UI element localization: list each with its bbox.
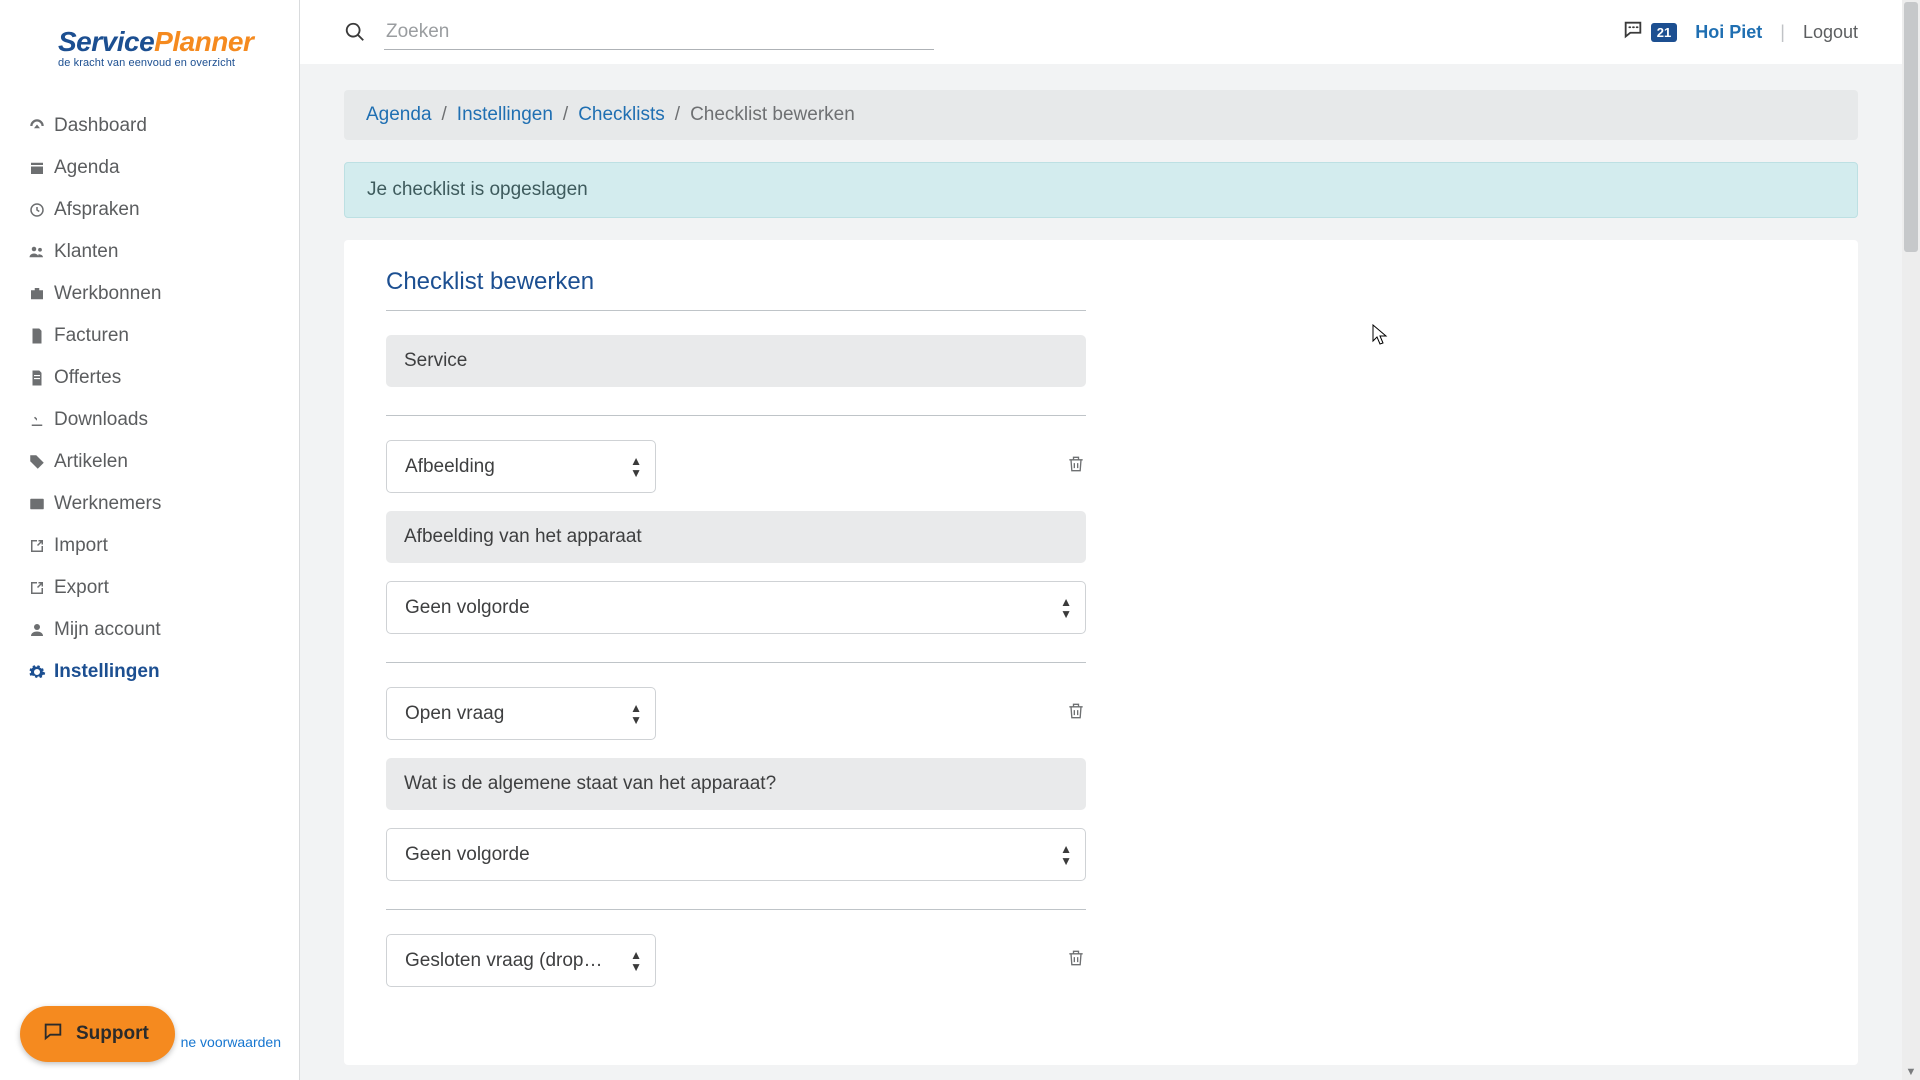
breadcrumb-checklists[interactable]: Checklists: [578, 104, 665, 126]
user-greeting[interactable]: Hoi Piet: [1695, 22, 1762, 43]
file-alt-icon: [20, 369, 54, 387]
sidebar-item-label: Afspraken: [54, 199, 140, 221]
sidebar-item-label: Mijn account: [54, 619, 161, 641]
search-input[interactable]: [384, 15, 934, 50]
delete-item-button[interactable]: [1066, 947, 1086, 974]
sidebar-item-artikelen[interactable]: Artikelen: [0, 441, 299, 483]
item-question-input[interactable]: [386, 511, 1086, 563]
message-icon: [1621, 19, 1645, 46]
search-wrap: [344, 15, 934, 50]
chat-bubble-icon: [42, 1020, 64, 1048]
sidebar-item-label: Instellingen: [54, 661, 160, 683]
sidebar-item-offertes[interactable]: Offertes: [0, 357, 299, 399]
divider: [386, 909, 1086, 910]
support-button[interactable]: Support: [20, 1006, 175, 1062]
gear-icon: [20, 663, 54, 681]
tag-icon: [20, 453, 54, 471]
topbar-right: 21 Hoi Piet | Logout: [1621, 19, 1858, 46]
topbar: 21 Hoi Piet | Logout: [300, 0, 1902, 68]
sidebar-item-label: Offertes: [54, 367, 121, 389]
scrollbar-thumb[interactable]: [1904, 2, 1918, 252]
item-type-select[interactable]: Afbeelding: [386, 440, 656, 493]
divider: [386, 310, 1086, 311]
breadcrumb-current: Checklist bewerken: [690, 104, 855, 126]
divider: [386, 415, 1086, 416]
sidebar-item-facturen[interactable]: Facturen: [0, 315, 299, 357]
checklist-name-input[interactable]: [386, 335, 1086, 387]
sidebar-item-label: Artikelen: [54, 451, 128, 473]
sidebar-item-label: Downloads: [54, 409, 148, 431]
calendar-icon: [20, 159, 54, 177]
sidebar: ServicePlanner de kracht van eenvoud en …: [0, 0, 300, 1080]
sidebar-item-label: Werknemers: [54, 493, 161, 515]
file-icon: [20, 327, 54, 345]
sidebar-nav: Dashboard Agenda Afspraken Klanten Werkb…: [0, 105, 299, 693]
sidebar-item-werknemers[interactable]: Werknemers: [0, 483, 299, 525]
sidebar-item-label: Import: [54, 535, 108, 557]
breadcrumb-sep: /: [563, 104, 568, 126]
sidebar-item-label: Facturen: [54, 325, 129, 347]
sidebar-item-label: Agenda: [54, 157, 120, 179]
briefcase-icon: [20, 285, 54, 303]
messages-button[interactable]: 21: [1621, 19, 1677, 46]
sidebar-item-klanten[interactable]: Klanten: [0, 231, 299, 273]
logo-word-1: Service: [58, 26, 154, 57]
main: 21 Hoi Piet | Logout Agenda / Instelling…: [300, 0, 1902, 1080]
export-icon: [20, 579, 54, 597]
sidebar-item-agenda[interactable]: Agenda: [0, 147, 299, 189]
app-logo: ServicePlanner de kracht van eenvoud en …: [58, 28, 299, 69]
divider: |: [1780, 22, 1785, 43]
item-order-select[interactable]: Geen volgorde: [386, 828, 1086, 881]
logout-link[interactable]: Logout: [1803, 22, 1858, 43]
sidebar-item-label: Werkbonnen: [54, 283, 161, 305]
sidebar-item-downloads[interactable]: Downloads: [0, 399, 299, 441]
item-question-input[interactable]: [386, 758, 1086, 810]
clock-icon: [20, 201, 54, 219]
users-icon: [20, 243, 54, 261]
sidebar-item-export[interactable]: Export: [0, 567, 299, 609]
breadcrumb: Agenda / Instellingen / Checklists / Che…: [344, 90, 1858, 140]
divider: [386, 662, 1086, 663]
sidebar-item-label: Export: [54, 577, 109, 599]
messages-count-badge: 21: [1651, 23, 1677, 42]
sidebar-item-mijn-account[interactable]: Mijn account: [0, 609, 299, 651]
import-icon: [20, 537, 54, 555]
sidebar-item-label: Dashboard: [54, 115, 147, 137]
item-order-select[interactable]: Geen volgorde: [386, 581, 1086, 634]
logo-word-2: Planner: [154, 26, 253, 57]
alert-text: Je checklist is opgeslagen: [367, 179, 588, 200]
id-card-icon: [20, 495, 54, 513]
delete-item-button[interactable]: [1066, 700, 1086, 727]
content: Agenda / Instellingen / Checklists / Che…: [300, 68, 1902, 1065]
panel-title: Checklist bewerken: [386, 268, 1086, 296]
breadcrumb-sep: /: [442, 104, 447, 126]
support-label: Support: [76, 1023, 149, 1045]
edit-checklist-panel: Checklist bewerken Afbeelding ▲▼: [344, 240, 1858, 1065]
breadcrumb-agenda[interactable]: Agenda: [366, 104, 432, 126]
success-alert: Je checklist is opgeslagen: [344, 162, 1858, 218]
scroll-down-arrow-icon[interactable]: ▼: [1902, 1066, 1920, 1078]
sidebar-item-werkbonnen[interactable]: Werkbonnen: [0, 273, 299, 315]
delete-item-button[interactable]: [1066, 453, 1086, 480]
item-type-select[interactable]: Open vraag: [386, 687, 656, 740]
user-icon: [20, 621, 54, 639]
sidebar-item-import[interactable]: Import: [0, 525, 299, 567]
gauge-icon: [20, 117, 54, 135]
logo-tagline: de kracht van eenvoud en overzicht: [58, 58, 299, 69]
sidebar-item-afspraken[interactable]: Afspraken: [0, 189, 299, 231]
sidebar-item-dashboard[interactable]: Dashboard: [0, 105, 299, 147]
breadcrumb-instellingen[interactable]: Instellingen: [457, 104, 553, 126]
sidebar-item-label: Klanten: [54, 241, 118, 263]
breadcrumb-sep: /: [675, 104, 680, 126]
search-icon: [344, 21, 366, 43]
sidebar-item-instellingen[interactable]: Instellingen: [0, 651, 299, 693]
item-type-select[interactable]: Gesloten vraag (dropdown): [386, 934, 656, 987]
vertical-scrollbar[interactable]: ▲ ▼: [1902, 0, 1920, 1080]
download-icon: [20, 411, 54, 429]
